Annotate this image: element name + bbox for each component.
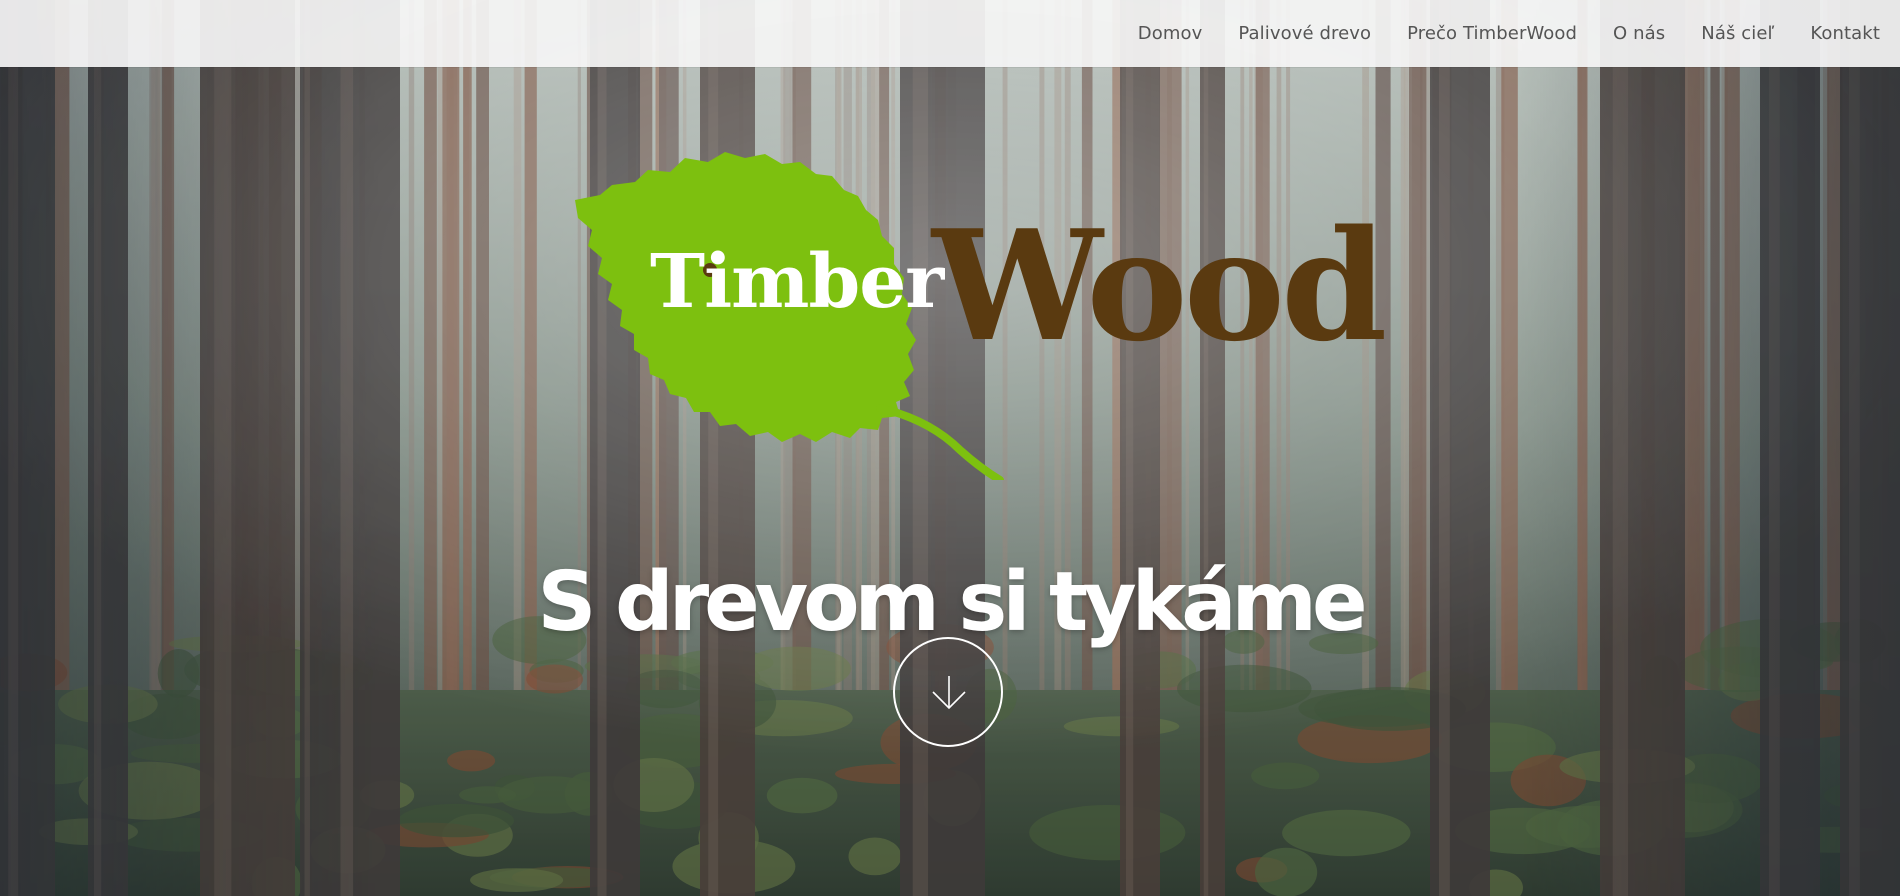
scroll-down-button[interactable] — [893, 637, 1003, 747]
logo-text-timber: Timber — [650, 239, 944, 325]
timberwood-logo: Timber Wood — [560, 150, 1387, 480]
nav-item-kontakt[interactable]: Kontakt — [1810, 23, 1880, 44]
nav-item-palivove-drevo[interactable]: Palivové drevo — [1238, 23, 1371, 44]
logo-text-wood: Wood — [932, 196, 1387, 375]
nav-item-preco-timberwood[interactable]: Prečo TimberWood — [1407, 23, 1577, 44]
main-menu: Domov Palivové drevo Prečo TimberWood O … — [1138, 0, 1880, 67]
nav-item-domov[interactable]: Domov — [1138, 23, 1203, 44]
top-navigation-bar: Domov Palivové drevo Prečo TimberWood O … — [0, 0, 1900, 67]
nav-item-nas-ciel[interactable]: Náš cieľ — [1701, 23, 1774, 44]
page: Domov Palivové drevo Prečo TimberWood O … — [0, 0, 1900, 896]
nav-item-o-nas[interactable]: O nás — [1613, 23, 1665, 44]
hero-tagline: S drevom si tykáme — [537, 554, 1367, 650]
arrow-down-icon — [932, 676, 966, 710]
